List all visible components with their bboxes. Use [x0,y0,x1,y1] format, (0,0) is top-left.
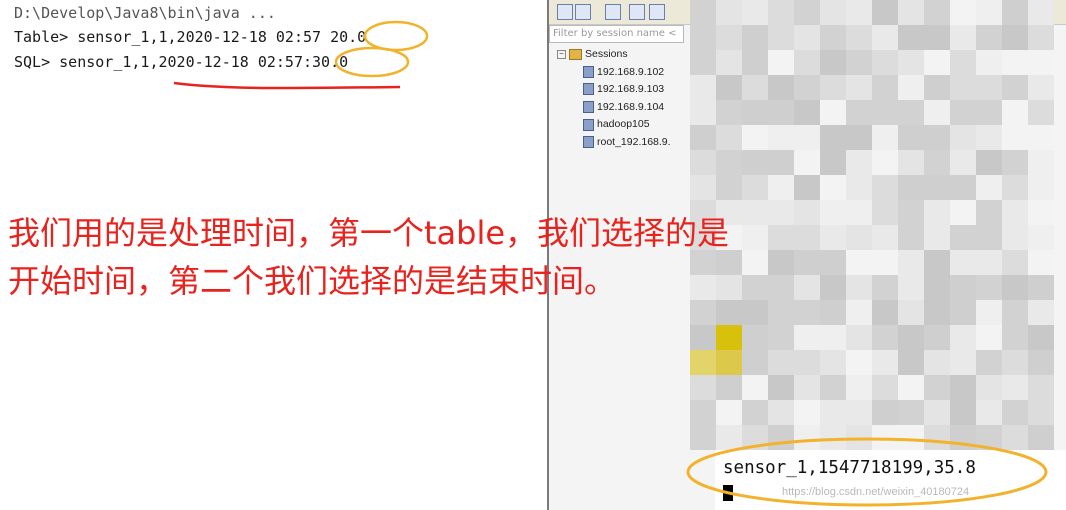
highlight-ellipse-table-value [363,20,429,52]
highlight-overlay [173,20,1048,507]
underline-sql-timestamp [173,81,401,90]
highlight-ellipse-bottom-output [686,437,1048,507]
highlight-ellipse-sql-value [334,46,410,78]
